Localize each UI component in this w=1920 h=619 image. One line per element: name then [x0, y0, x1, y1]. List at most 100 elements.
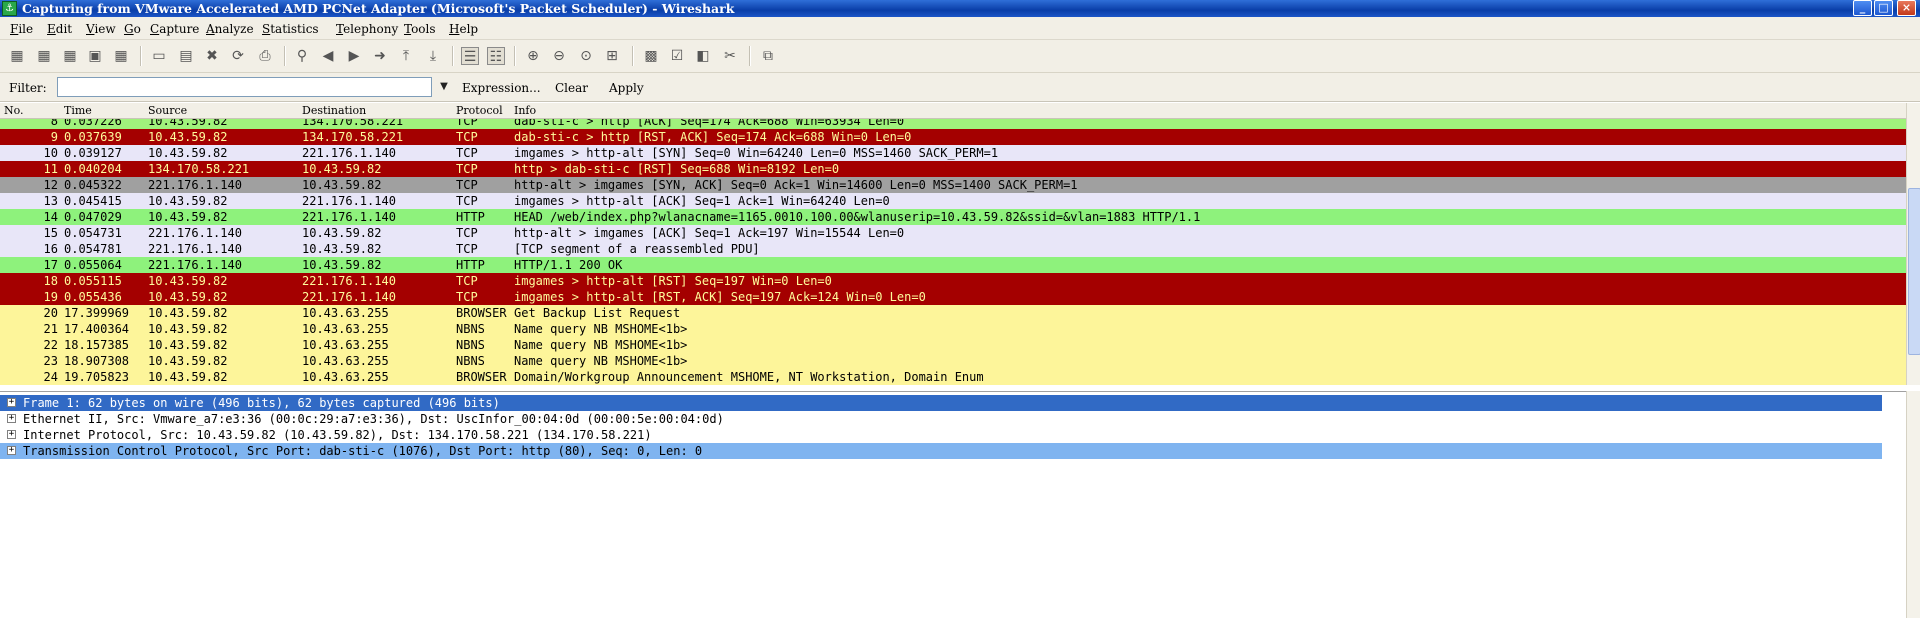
cell-time: 0.039127 [64, 146, 122, 160]
capture-filters-icon[interactable]: ▩ [642, 47, 660, 65]
packet-row[interactable]: 8 0.037226 10.43.59.82 134.170.58.221 TCP dab… [0, 119, 1906, 129]
stop-capture-icon[interactable]: ▣ [86, 47, 104, 65]
packet-row[interactable]: 17 0.055064 221.176.1.140 10.43.59.82 HTTP HT… [0, 257, 1906, 273]
print-icon[interactable]: ⎙ [256, 47, 274, 65]
coloring-rules-icon[interactable]: ◧ [694, 47, 712, 65]
go-to-packet-icon[interactable]: ➜ [371, 47, 389, 65]
find-packet-icon[interactable]: ⚲ [293, 47, 311, 65]
cell-source: 10.43.59.82 [148, 322, 228, 336]
cell-time: 0.055115 [64, 274, 122, 288]
filter-input[interactable] [57, 77, 432, 97]
menu-analyze[interactable]: Analyze [206, 22, 254, 36]
filter-label: Filter: [9, 81, 47, 95]
go-forward-icon[interactable]: ▶ [345, 47, 363, 65]
cell-source: 221.176.1.140 [148, 178, 242, 192]
auto-scroll-icon[interactable]: ☷ [487, 47, 505, 65]
menu-edit[interactable]: Edit [47, 22, 72, 36]
zoom-normal-icon[interactable]: ⊙ [577, 47, 595, 65]
packet-row[interactable]: 21 17.400364 10.43.59.82 10.43.63.255 NBNS Na… [0, 321, 1906, 337]
help-icon[interactable]: ⧉ [759, 47, 777, 65]
zoom-out-icon[interactable]: ⊖ [550, 47, 568, 65]
cell-source: 134.170.58.221 [148, 162, 250, 176]
cell-source: 10.43.59.82 [148, 290, 228, 304]
column-header-protocol[interactable]: Protocol [456, 103, 503, 118]
menu-capture[interactable]: Capture [150, 22, 199, 36]
packet-row[interactable]: 20 17.399969 10.43.59.82 10.43.63.255 BROWSE… [0, 305, 1906, 321]
interface-list-icon[interactable]: ▦ [8, 47, 26, 65]
go-back-icon[interactable]: ◀ [319, 47, 337, 65]
packet-row[interactable]: 12 0.045322 221.176.1.140 10.43.59.82 TCP htt… [0, 177, 1906, 193]
menu-statistics[interactable]: Statistics [262, 22, 319, 36]
toolbar-separator [452, 46, 454, 66]
menu-go[interactable]: Go [124, 22, 141, 36]
packet-row[interactable]: 13 0.045415 10.43.59.82 221.176.1.140 TCP img… [0, 193, 1906, 209]
open-file-icon[interactable]: ▭ [150, 47, 168, 65]
cell-time: 0.037226 [64, 119, 122, 128]
restart-capture-icon[interactable]: ▦ [112, 47, 130, 65]
packet-row[interactable]: 10 0.039127 10.43.59.82 221.176.1.140 TCP img… [0, 145, 1906, 161]
start-capture-icon[interactable]: ▦ [61, 47, 79, 65]
apply-button[interactable]: Apply [609, 81, 644, 95]
packet-row[interactable]: 22 18.157385 10.43.59.82 10.43.63.255 NBNS Na… [0, 337, 1906, 353]
menu-telephony[interactable]: Telephony [336, 22, 398, 36]
go-last-icon[interactable]: ⤓ [424, 47, 442, 65]
packet-list-scrollbar[interactable] [1906, 103, 1920, 385]
capture-options-icon[interactable]: ▦ [35, 47, 53, 65]
packet-row[interactable]: 14 0.047029 10.43.59.82 221.176.1.140 HTTP HE… [0, 209, 1906, 225]
cell-no: 15 [43, 226, 58, 240]
cell-info: dab-sti-c > http [RST, ACK] Seq=174 Ack=… [514, 130, 912, 144]
cell-info: http-alt > imgames [SYN, ACK] Seq=0 Ack=… [514, 178, 1078, 192]
column-header-info[interactable]: Info [514, 103, 536, 118]
filter-dropdown-icon[interactable]: ▼ [437, 79, 451, 95]
detail-tree-item[interactable]: + Internet Protocol, Src: 10.43.59.82 (10… [0, 427, 1882, 443]
expand-icon[interactable]: + [7, 430, 16, 439]
zoom-in-icon[interactable]: ⊕ [524, 47, 542, 65]
close-button[interactable]: × [1897, 0, 1916, 16]
column-header-time[interactable]: Time [64, 103, 92, 118]
expression-button[interactable]: Expression... [462, 81, 541, 95]
save-file-icon[interactable]: ▤ [177, 47, 195, 65]
clear-button[interactable]: Clear [555, 81, 588, 95]
menu-view[interactable]: View [86, 22, 116, 36]
expand-icon[interactable]: + [7, 446, 16, 455]
packet-list[interactable]: 8 0.037226 10.43.59.82 134.170.58.221 TCP dab… [0, 119, 1906, 385]
go-first-icon[interactable]: ⤒ [397, 47, 415, 65]
cell-source: 10.43.59.82 [148, 210, 228, 224]
packet-row[interactable]: 24 19.705823 10.43.59.82 10.43.63.255 BROWSE… [0, 369, 1906, 385]
packet-row[interactable]: 11 0.040204 134.170.58.221 10.43.59.82 TCP ht… [0, 161, 1906, 177]
maximize-button[interactable]: □ [1874, 0, 1893, 16]
menu-tools[interactable]: Tools [404, 22, 436, 36]
menu-file[interactable]: File [10, 22, 33, 36]
reload-icon[interactable]: ⟳ [229, 47, 247, 65]
detail-tree-item[interactable]: + Transmission Control Protocol, Src Port… [0, 443, 1882, 459]
expand-icon[interactable]: + [7, 398, 16, 407]
packet-details-pane[interactable]: + Frame 1: 62 bytes on wire (496 bits), 6… [0, 391, 1906, 619]
detail-tree-item[interactable]: + Frame 1: 62 bytes on wire (496 bits), 6… [0, 395, 1882, 411]
cell-destination: 221.176.1.140 [302, 290, 396, 304]
packet-row[interactable]: 16 0.054781 221.176.1.140 10.43.59.82 TCP [TC… [0, 241, 1906, 257]
packet-row[interactable]: 9 0.037639 10.43.59.82 134.170.58.221 TCP dab… [0, 129, 1906, 145]
display-filters-icon[interactable]: ☑ [668, 47, 686, 65]
cell-info: imgames > http-alt [SYN] Seq=0 Win=64240… [514, 146, 999, 160]
packet-row[interactable]: 15 0.054731 221.176.1.140 10.43.59.82 TCP htt… [0, 225, 1906, 241]
cell-no: 22 [43, 338, 58, 352]
packet-row[interactable]: 18 0.055115 10.43.59.82 221.176.1.140 TCP img… [0, 273, 1906, 289]
cell-protocol: HTTP [456, 210, 485, 224]
minimize-button[interactable]: _ [1853, 0, 1872, 16]
column-header-destination[interactable]: Destination [302, 103, 366, 118]
resize-columns-icon[interactable]: ⊞ [603, 47, 621, 65]
expand-icon[interactable]: + [7, 414, 16, 423]
cell-source: 221.176.1.140 [148, 258, 242, 272]
close-file-icon[interactable]: ✖ [203, 47, 221, 65]
column-header-no[interactable]: No. [4, 103, 24, 118]
packet-row[interactable]: 19 0.055436 10.43.59.82 221.176.1.140 TCP img… [0, 289, 1906, 305]
packet-row[interactable]: 23 18.907308 10.43.59.82 10.43.63.255 NBNS Na… [0, 353, 1906, 369]
column-header-source[interactable]: Source [148, 103, 187, 118]
preferences-icon[interactable]: ✂ [721, 47, 739, 65]
colorize-icon[interactable]: ☰ [461, 47, 479, 65]
menu-help[interactable]: Help [449, 22, 478, 36]
detail-tree-item[interactable]: + Ethernet II, Src: Vmware_a7:e3:36 (00:0… [0, 411, 1882, 427]
details-scrollbar[interactable] [1906, 391, 1920, 618]
cell-protocol: TCP [456, 146, 478, 160]
packet-list-scroll-thumb[interactable] [1908, 188, 1920, 355]
